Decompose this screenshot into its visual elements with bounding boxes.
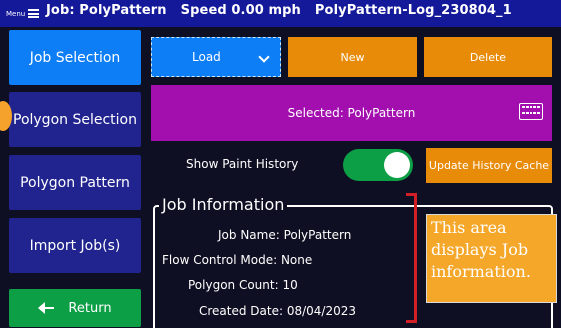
- show-paint-history-label: Show Paint History: [186, 157, 299, 171]
- polygon-pattern-label: Polygon Pattern: [20, 174, 130, 191]
- delete-button[interactable]: Delete: [424, 37, 552, 77]
- load-dropdown[interactable]: Load: [151, 37, 281, 77]
- menu-label: Menu: [6, 9, 26, 18]
- job-name-value: Job Name: PolyPattern: [218, 228, 352, 242]
- job-selection-button[interactable]: Job Selection: [9, 30, 141, 85]
- annotation-bracket: [406, 193, 417, 323]
- paint-history-toggle[interactable]: [343, 149, 413, 181]
- selected-job-text: Selected: PolyPattern: [287, 106, 416, 120]
- selected-job-bar[interactable]: Selected: PolyPattern: [151, 85, 552, 141]
- hamburger-icon: [28, 9, 40, 18]
- polygon-selection-button[interactable]: Polygon Selection: [9, 92, 141, 147]
- import-jobs-label: Import Job(s): [29, 237, 121, 254]
- delete-button-label: Delete: [469, 50, 507, 64]
- speed-readout: Speed 0.00 mph: [180, 3, 301, 18]
- return-button[interactable]: Return: [9, 289, 141, 327]
- update-history-cache-label: Update History Cache: [428, 159, 550, 172]
- return-label: Return: [68, 300, 112, 316]
- polygon-selection-label: Polygon Selection: [13, 111, 137, 128]
- keyboard-icon[interactable]: [519, 103, 543, 120]
- created-date-value: Created Date: 08/04/2023: [199, 304, 357, 318]
- polygon-pattern-button[interactable]: Polygon Pattern: [9, 155, 141, 210]
- import-jobs-button[interactable]: Import Job(s): [9, 218, 141, 273]
- menu-button[interactable]: Menu: [6, 4, 40, 23]
- polygon-count-value: Polygon Count: 10: [188, 278, 298, 292]
- new-button[interactable]: New: [288, 37, 417, 77]
- header-bar: Menu Job: PolyPattern Speed 0.00 mph PolyP…: [0, 0, 561, 27]
- annotation-text: This area displays Job information.: [431, 217, 531, 283]
- header-title: Job: PolyPattern Speed 0.00 mph PolyPatter…: [46, 3, 526, 18]
- load-dropdown-value: Load: [192, 50, 221, 64]
- new-button-label: New: [340, 50, 365, 64]
- annotation-line-3: information.: [431, 262, 531, 281]
- chevron-down-icon: [258, 51, 270, 63]
- arrow-left-icon: [38, 302, 55, 314]
- log-name: PolyPattern-Log_230804_1: [314, 3, 512, 18]
- annotation-line-2: displays Job: [431, 240, 529, 259]
- update-history-cache-button[interactable]: Update History Cache: [426, 148, 552, 183]
- job-information-title: Job Information: [159, 195, 288, 214]
- app-screen: Menu Job: PolyPattern Speed 0.00 mph PolyP…: [0, 0, 561, 328]
- flow-control-mode-value: Flow Control Mode: None: [162, 253, 313, 267]
- toggle-knob: [384, 152, 410, 178]
- job-selection-label: Job Selection: [29, 49, 121, 66]
- annotation-line-1: This area: [431, 218, 507, 237]
- job-title: Job: PolyPattern: [46, 3, 167, 18]
